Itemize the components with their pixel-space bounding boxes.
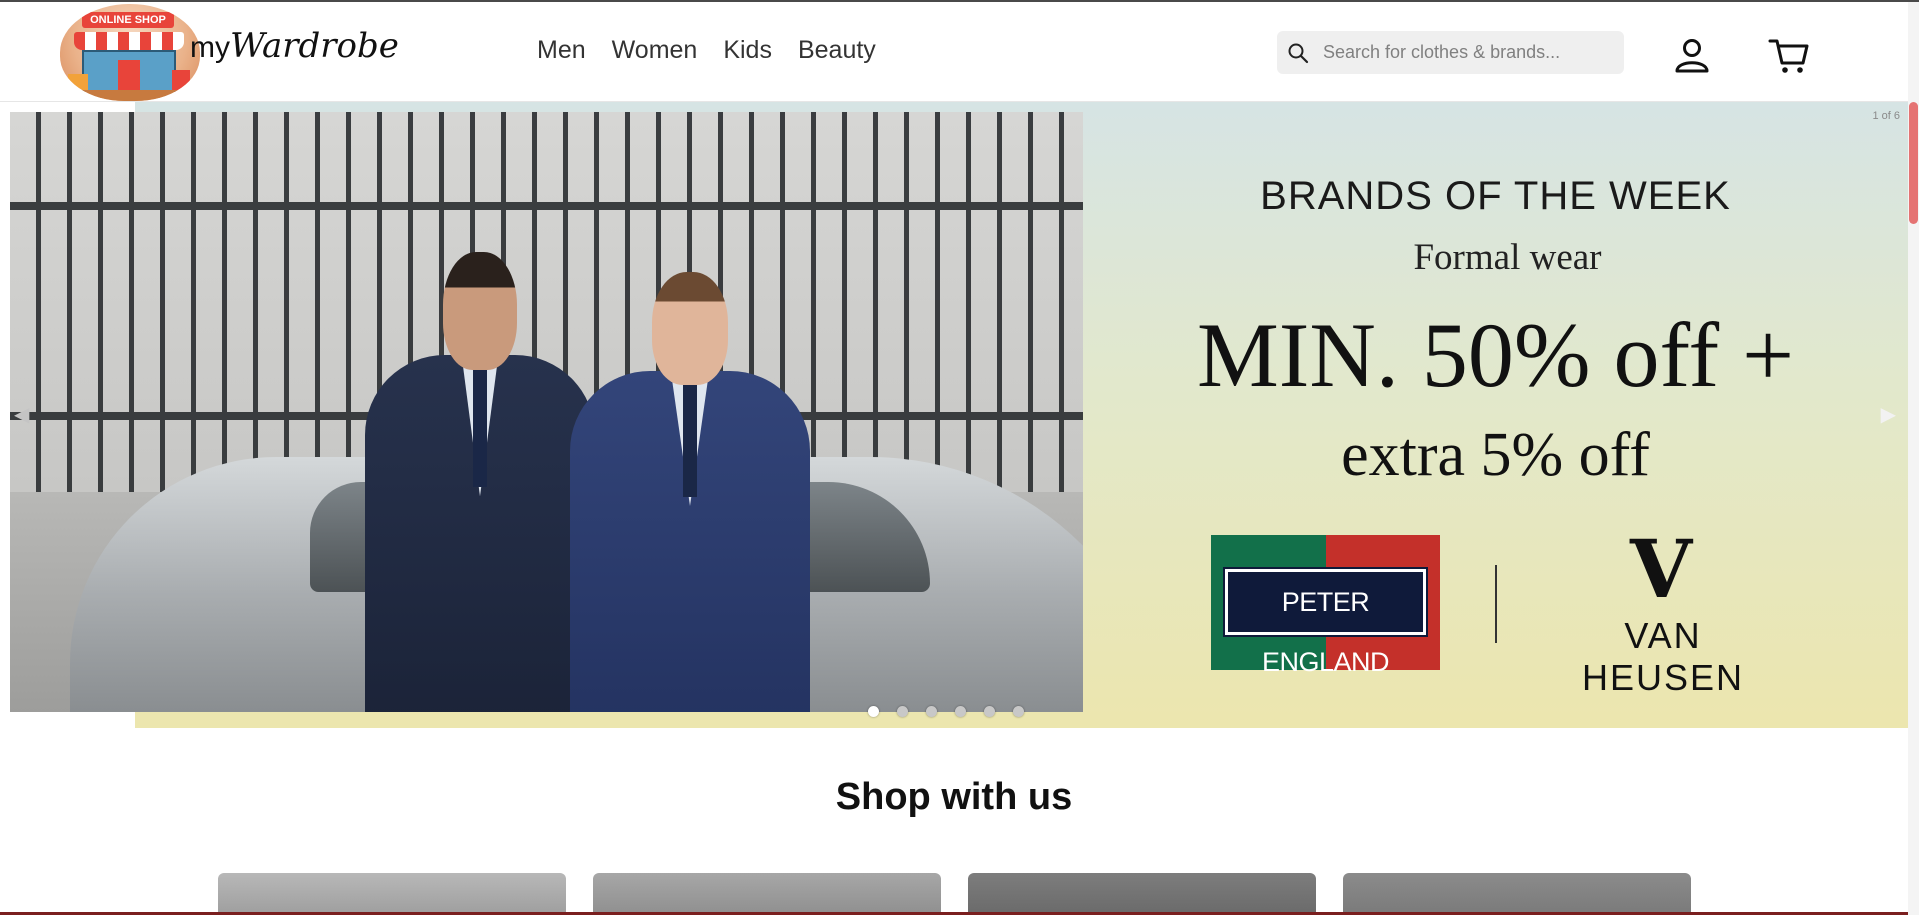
logo-badge-text: ONLINE SHOP xyxy=(82,12,174,28)
category-card[interactable] xyxy=(1343,873,1691,915)
van-heusen-mark: V xyxy=(1630,522,1693,616)
promo-offer-main: MIN. 50% off + xyxy=(1196,304,1794,406)
logo-wordmark: myWardrobe xyxy=(190,26,399,66)
cart-icon[interactable] xyxy=(1768,35,1810,75)
van-heusen-label: VAN HEUSEN xyxy=(1581,615,1745,698)
carousel-dot-4[interactable] xyxy=(955,706,966,717)
promo-panel: BRANDS OF THE WEEK Formal wear MIN. 50% … xyxy=(1083,102,1908,728)
search-icon[interactable] xyxy=(1277,31,1319,74)
nav-link-beauty[interactable]: Beauty xyxy=(798,36,876,65)
main-nav: Men Women Kids Beauty xyxy=(537,36,876,65)
site-logo[interactable]: ONLINE SHOP myWardrobe xyxy=(60,4,399,102)
category-card[interactable] xyxy=(968,873,1316,915)
section-title: Shop with us xyxy=(835,776,1073,818)
hero-photo xyxy=(10,112,1083,712)
carousel-dot-2[interactable] xyxy=(897,706,908,717)
carousel-dot-6[interactable] xyxy=(1013,706,1024,717)
model-image-1 xyxy=(365,252,595,712)
logo-text-script: Wardrobe xyxy=(230,26,399,66)
peter-england-label: PETER ENGLAND xyxy=(1223,567,1428,677)
model-image-2 xyxy=(570,272,810,712)
scrollbar-thumb[interactable] xyxy=(1909,102,1918,224)
nav-link-women[interactable]: Women xyxy=(612,36,698,65)
nav-link-kids[interactable]: Kids xyxy=(723,36,772,65)
hero-carousel[interactable]: 1 of 6 ◀ ▶ BRANDS OF THE WEEK Formal wea… xyxy=(0,102,1908,728)
carousel-dot-1[interactable] xyxy=(868,706,879,717)
user-icon[interactable] xyxy=(1672,35,1712,75)
category-cards xyxy=(218,873,1691,915)
category-card[interactable] xyxy=(593,873,941,915)
peter-england-logo: PETER ENGLAND xyxy=(1211,535,1440,677)
shop-badge-icon: ONLINE SHOP xyxy=(60,4,200,101)
brand-divider xyxy=(1495,565,1497,643)
carousel-prev-icon[interactable]: ◀ xyxy=(14,402,29,427)
carousel-dot-5[interactable] xyxy=(984,706,995,717)
promo-subheading: Formal wear xyxy=(1413,237,1602,278)
category-card[interactable] xyxy=(218,873,566,915)
logo-text-prefix: my xyxy=(190,31,230,64)
site-header: ONLINE SHOP myWardrobe Men Women Kids Be… xyxy=(0,2,1908,102)
search-input[interactable] xyxy=(1319,42,1609,63)
search-bar xyxy=(1277,31,1624,74)
carousel-dot-3[interactable] xyxy=(926,706,937,717)
van-heusen-logo: V VAN HEUSEN xyxy=(1538,522,1788,698)
promo-heading: BRANDS OF THE WEEK xyxy=(1260,174,1731,218)
nav-link-men[interactable]: Men xyxy=(537,36,586,65)
promo-offer-extra: extra 5% off xyxy=(1341,421,1650,489)
carousel-dots xyxy=(868,706,1024,717)
